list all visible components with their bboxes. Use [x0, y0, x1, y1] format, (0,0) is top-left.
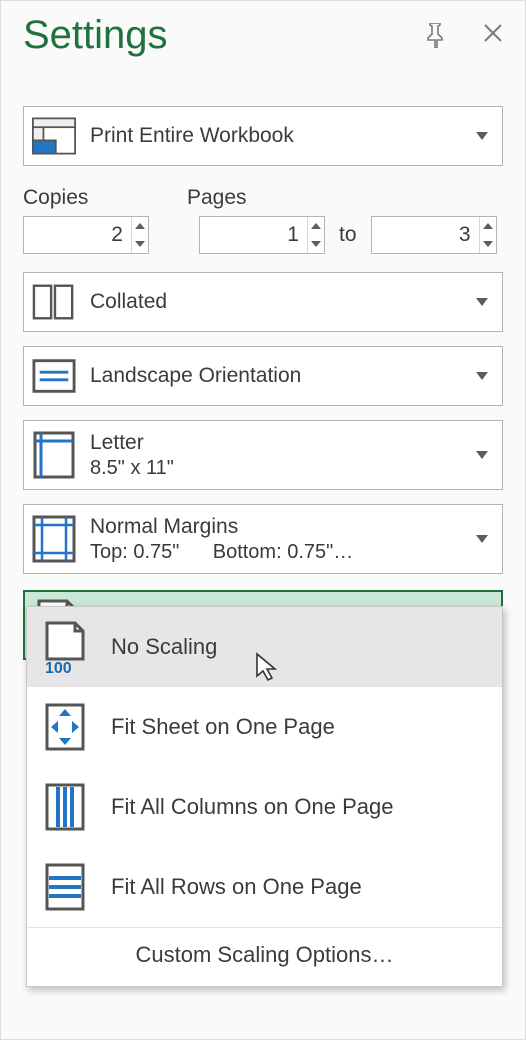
chevron-down-icon	[476, 535, 488, 543]
copies-input[interactable]	[24, 217, 131, 253]
scaling-option-fit-columns[interactable]: Fit All Columns on One Page	[27, 767, 502, 847]
close-icon[interactable]	[483, 23, 503, 48]
pages-from-input[interactable]	[200, 217, 307, 253]
svg-text:100: 100	[45, 660, 72, 673]
chevron-down-icon	[476, 451, 488, 459]
pages-to-stepper[interactable]	[371, 216, 497, 254]
titlebar: Settings	[1, 1, 525, 72]
landscape-icon	[32, 354, 76, 398]
scaling-option-no-scaling[interactable]: 100 No Scaling	[27, 607, 502, 687]
scaling-option-fit-sheet[interactable]: Fit Sheet on One Page	[27, 687, 502, 767]
margins-icon	[32, 517, 76, 561]
pin-icon[interactable]	[425, 23, 445, 48]
option-label: Fit Sheet on One Page	[111, 714, 335, 740]
chevron-down-icon	[476, 132, 488, 140]
paper-icon	[32, 433, 76, 477]
option-label: Fit All Rows on One Page	[111, 874, 362, 900]
pages-to-input[interactable]	[372, 217, 479, 253]
no-scaling-icon: 100	[41, 623, 89, 671]
inputs-row: to	[23, 216, 503, 254]
fit-sheet-icon	[41, 703, 89, 751]
copies-up-button[interactable]	[132, 217, 148, 235]
pages-label: Pages	[187, 186, 247, 210]
print-what-dropdown[interactable]: Print Entire Workbook	[23, 106, 503, 166]
chevron-down-icon	[476, 372, 488, 380]
titlebar-controls	[425, 23, 503, 48]
option-label: Fit All Columns on One Page	[111, 794, 393, 820]
margins-title: Normal Margins	[90, 514, 462, 539]
orientation-label: Landscape Orientation	[90, 363, 462, 388]
collated-icon	[32, 280, 76, 324]
pages-to-down-button[interactable]	[480, 235, 496, 253]
paper-title: Letter	[90, 430, 462, 455]
chevron-down-icon	[476, 298, 488, 306]
pages-from-down-button[interactable]	[308, 235, 324, 253]
settings-content: Print Entire Workbook Copies Pages	[1, 72, 525, 660]
print-what-label: Print Entire Workbook	[90, 123, 462, 148]
fit-columns-icon	[41, 783, 89, 831]
scaling-menu: 100 No Scaling Fit Sheet on One Page	[26, 606, 503, 987]
margins-text: Normal Margins Top: 0.75" Bottom: 0.75"…	[90, 514, 462, 563]
paper-size-dropdown[interactable]: Letter 8.5" x 11"	[23, 420, 503, 490]
copies-stepper[interactable]	[23, 216, 149, 254]
paper-text: Letter 8.5" x 11"	[90, 430, 462, 479]
margins-sub: Top: 0.75" Bottom: 0.75"…	[90, 540, 462, 564]
workbook-icon	[32, 114, 76, 158]
custom-scaling-link[interactable]: Custom Scaling Options…	[27, 927, 502, 986]
paper-sub: 8.5" x 11"	[90, 456, 462, 480]
collate-dropdown[interactable]: Collated	[23, 272, 503, 332]
option-label: No Scaling	[111, 634, 217, 660]
collate-label: Collated	[90, 289, 462, 314]
pages-from-stepper[interactable]	[199, 216, 325, 254]
pages-to-up-button[interactable]	[480, 217, 496, 235]
labels-row: Copies Pages	[23, 186, 503, 210]
margins-dropdown[interactable]: Normal Margins Top: 0.75" Bottom: 0.75"…	[23, 504, 503, 574]
pages-to-label: to	[339, 223, 357, 247]
copies-down-button[interactable]	[132, 235, 148, 253]
orientation-dropdown[interactable]: Landscape Orientation	[23, 346, 503, 406]
panel-title: Settings	[23, 13, 168, 58]
copies-pages-row: Copies Pages to	[23, 186, 503, 254]
scaling-option-fit-rows[interactable]: Fit All Rows on One Page	[27, 847, 502, 927]
copies-label: Copies	[23, 186, 187, 210]
pages-from-up-button[interactable]	[308, 217, 324, 235]
fit-rows-icon	[41, 863, 89, 911]
